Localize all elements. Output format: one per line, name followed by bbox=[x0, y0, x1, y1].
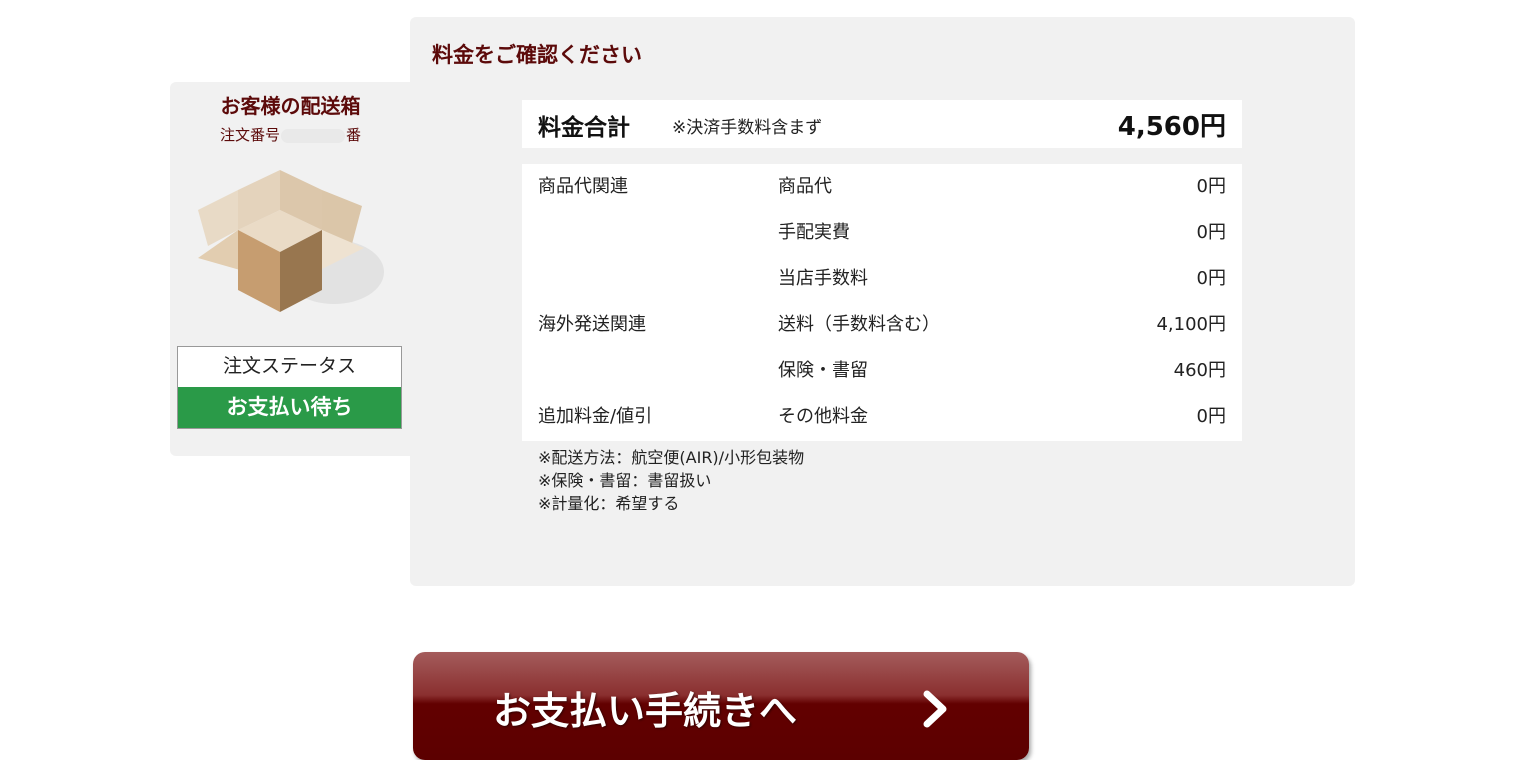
fee-row: 手配実費 0円 bbox=[522, 210, 1242, 256]
fee-confirmation-panel: 料金をご確認ください 料金合計 ※決済手数料含まず 4,560円 商品代関連 商… bbox=[410, 17, 1355, 586]
fee-confirmation-title: 料金をご確認ください bbox=[432, 43, 642, 67]
fee-amount: 0円 bbox=[1196, 176, 1226, 197]
open-box-icon bbox=[198, 170, 384, 312]
total-fee-amount: 4,560円 bbox=[1117, 112, 1226, 142]
fee-breakdown-table: 商品代関連 商品代 0円 手配実費 0円 当店手数料 0円 海外発送関連 送料（… bbox=[522, 164, 1242, 441]
order-number-prefix: 注文番号 bbox=[219, 126, 280, 144]
total-fee-label: 料金合計 bbox=[538, 115, 630, 141]
total-fee-box: 料金合計 ※決済手数料含まず 4,560円 bbox=[522, 100, 1242, 148]
order-status-label: 注文ステータス bbox=[222, 355, 356, 377]
fee-row: 海外発送関連 送料（手数料含む） 4,100円 bbox=[522, 302, 1242, 348]
fee-category: 海外発送関連 bbox=[538, 314, 646, 335]
fee-row: 商品代関連 商品代 0円 bbox=[522, 164, 1242, 210]
note-insurance: ※保険・書留：書留扱い bbox=[538, 471, 712, 490]
fee-item: 当店手数料 bbox=[778, 268, 868, 289]
delivery-box-panel: お客様の配送箱 注文番号 番 注文ステータス お支払い待ち bbox=[170, 82, 411, 456]
delivery-box-title: お客様の配送箱 bbox=[220, 94, 361, 118]
shipping-notes: ※配送方法：航空便(AIR)/小形包装物 ※保険・書留：書留扱い ※計量化：希望… bbox=[538, 446, 804, 515]
fee-item: その他料金 bbox=[778, 406, 868, 427]
order-status-value: お支払い待ち bbox=[178, 387, 401, 428]
fee-item: 送料（手数料含む） bbox=[778, 314, 940, 335]
fee-amount: 0円 bbox=[1196, 268, 1226, 289]
fee-row: 追加料金/値引 その他料金 0円 bbox=[522, 394, 1242, 440]
fee-item: 商品代 bbox=[778, 176, 832, 197]
note-shipping-method: ※配送方法：航空便(AIR)/小形包装物 bbox=[538, 448, 805, 467]
fee-amount: 0円 bbox=[1196, 406, 1226, 427]
order-status-box: 注文ステータス お支払い待ち bbox=[177, 346, 402, 429]
fee-category: 追加料金/値引 bbox=[538, 406, 653, 427]
order-number-redaction bbox=[281, 128, 345, 143]
fee-category: 商品代関連 bbox=[538, 176, 628, 197]
fee-amount: 4,100円 bbox=[1156, 314, 1226, 335]
chevron-right-icon bbox=[923, 690, 947, 728]
fee-amount: 460円 bbox=[1173, 360, 1226, 381]
order-number: 注文番号 番 bbox=[170, 124, 411, 145]
order-number-suffix: 番 bbox=[346, 126, 362, 144]
proceed-to-payment-button[interactable]: お支払い手続きへ bbox=[413, 652, 1029, 760]
fee-item: 手配実費 bbox=[778, 222, 850, 243]
fee-row: 保険・書留 460円 bbox=[522, 348, 1242, 394]
fee-row: 当店手数料 0円 bbox=[522, 256, 1242, 302]
fee-item: 保険・書留 bbox=[778, 360, 868, 381]
total-fee-note: ※決済手数料含まず bbox=[672, 118, 823, 138]
proceed-to-payment-label: お支払い手続きへ bbox=[493, 689, 798, 733]
fee-amount: 0円 bbox=[1196, 222, 1226, 243]
note-weighing: ※計量化：希望する bbox=[538, 494, 680, 513]
